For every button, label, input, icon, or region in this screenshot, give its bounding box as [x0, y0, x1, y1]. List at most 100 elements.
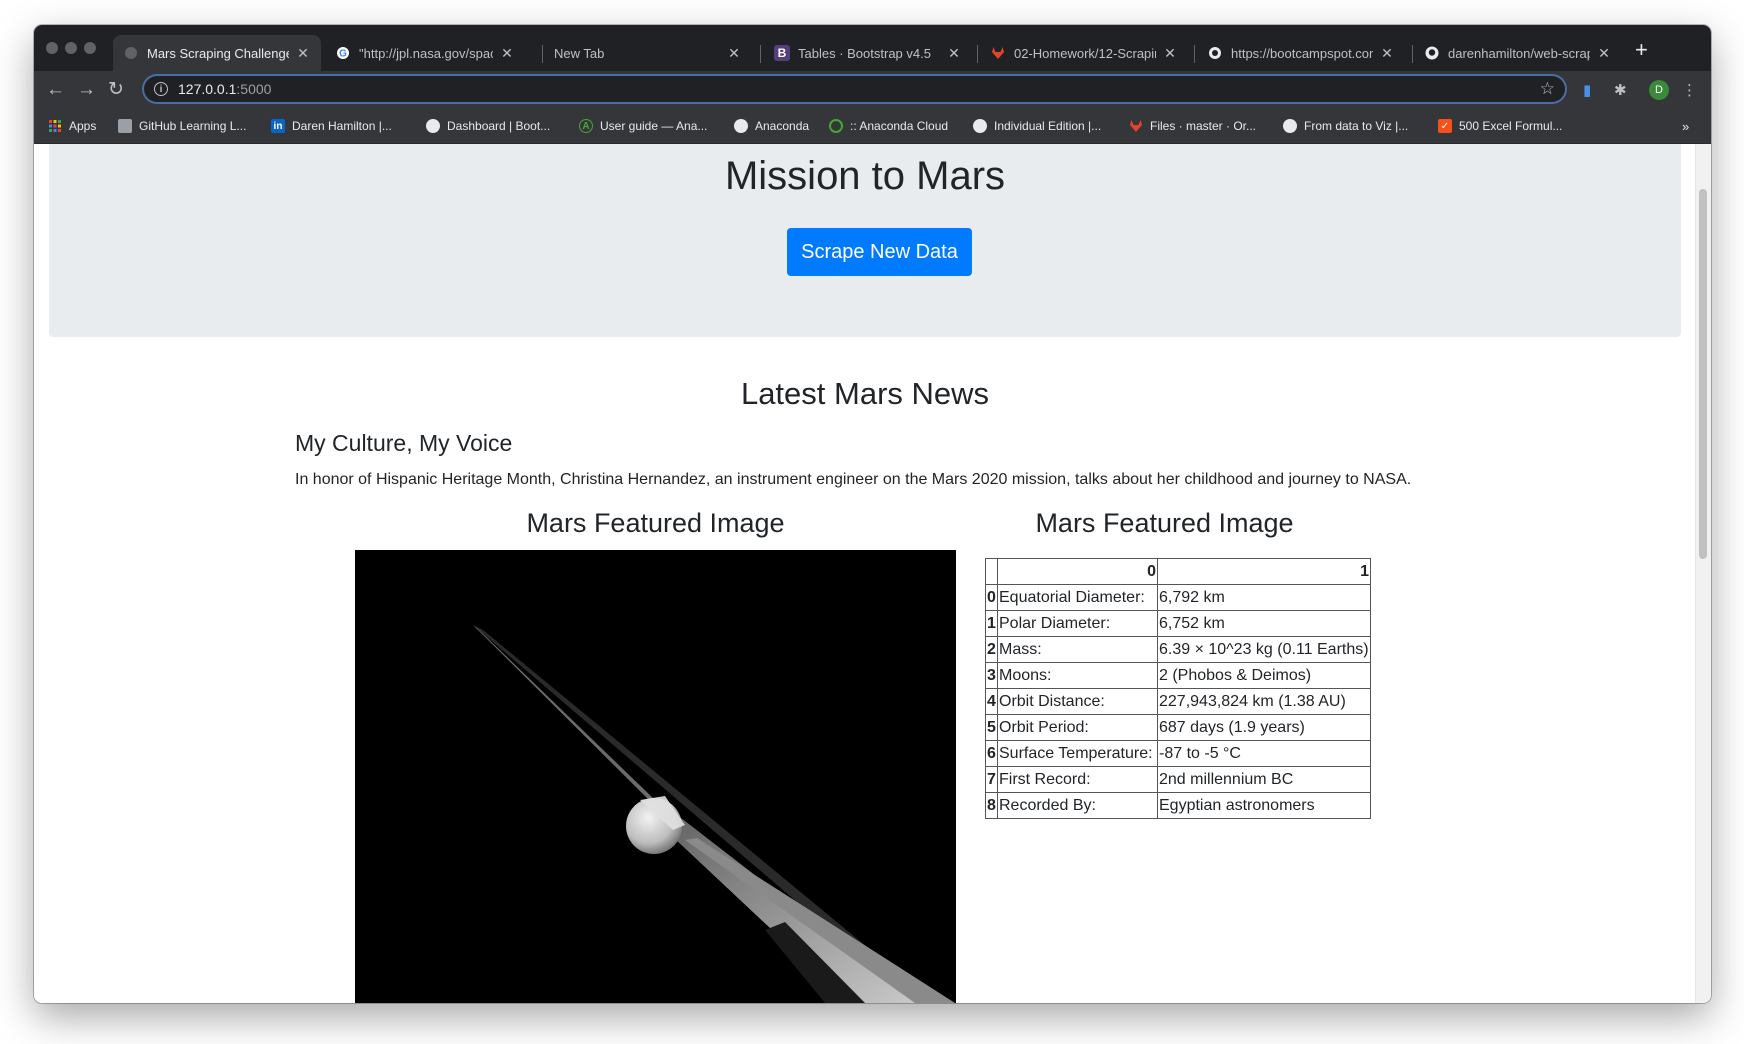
- fact-value: 2 (Phobos & Deimos): [1157, 662, 1371, 689]
- row-index: 1: [985, 610, 998, 637]
- tab-separator: [1194, 45, 1195, 63]
- fact-label: Recorded By:: [997, 792, 1158, 819]
- tab-separator: [1412, 45, 1413, 63]
- bookmarks-bar: Apps GitHub Learning L... in Daren Hamil…: [34, 111, 1711, 144]
- linkedin-icon: in: [271, 119, 285, 133]
- gitlab-icon: [1129, 119, 1143, 133]
- table-row: 4 Orbit Distance: 227,943,824 km (1.38 AU): [985, 688, 1371, 715]
- table-header-cell: 0: [997, 558, 1158, 585]
- fact-value: 2nd millennium BC: [1157, 766, 1371, 793]
- bookmark-label: 500 Excel Formul...: [1459, 119, 1563, 133]
- tab-github-repo[interactable]: darenhamilton/web-scrapi ✕: [1414, 35, 1622, 71]
- close-icon[interactable]: ✕: [726, 45, 742, 62]
- mars-facts-table: 0 1 0 Equatorial Diameter: 6,792 km 1 Polar…: [985, 558, 1371, 819]
- minimize-window-dot[interactable]: [65, 42, 77, 54]
- bookmark-label: User guide — Ana...: [600, 119, 708, 133]
- close-window-dot[interactable]: [46, 42, 58, 54]
- more-bookmarks-chevron-icon[interactable]: »: [1682, 119, 1689, 134]
- news-section-title: Latest Mars News: [740, 376, 990, 411]
- bookmark-apps[interactable]: Apps: [48, 119, 96, 133]
- anaconda-cloud-icon: [829, 119, 843, 133]
- fact-value: 227,943,824 km (1.38 AU): [1157, 688, 1371, 715]
- fact-label: Orbit Period:: [997, 714, 1158, 741]
- extensions-puzzle-icon[interactable]: ✱: [1614, 81, 1627, 99]
- row-index: 0: [985, 584, 998, 611]
- scrollbar-thumb[interactable]: [1699, 189, 1707, 559]
- anaconda-icon: A: [579, 119, 593, 133]
- tab-separator: [760, 45, 761, 63]
- bookmark-star-icon[interactable]: ☆: [1540, 79, 1555, 99]
- page-viewport: Mission to Mars Scrape New Data Latest M…: [34, 144, 1711, 1003]
- fact-value: 6,792 km: [1157, 584, 1371, 611]
- address-bar[interactable]: i 127.0.0.1 :5000 ☆: [142, 74, 1567, 104]
- tab-bootstrap-tables[interactable]: B Tables · Bootstrap v4.5 ✕: [764, 35, 972, 71]
- tab-title: "http://jpl.nasa.gov/spacei: [359, 45, 493, 61]
- bookmark-data-to-viz[interactable]: From data to Viz |...: [1283, 119, 1408, 133]
- bookmark-anaconda[interactable]: Anaconda: [734, 119, 809, 133]
- fact-label: Equatorial Diameter:: [997, 584, 1158, 611]
- github-icon: [1424, 45, 1440, 61]
- tab-strip: Mars Scraping Challenge ✕ G "http://jpl.…: [34, 25, 1711, 71]
- mars-facts-heading: Mars Featured Image: [1035, 508, 1294, 538]
- table-header-cell: 1: [1157, 558, 1371, 585]
- tab-new-tab[interactable]: New Tab ✕: [544, 35, 752, 71]
- bookmark-files-master[interactable]: Files · master · Or...: [1129, 119, 1256, 133]
- address-port: :5000: [236, 81, 272, 97]
- tab-gitlab-homework[interactable]: 02-Homework/12-Scraping ✕: [980, 35, 1188, 71]
- bootstrap-icon: B: [774, 45, 790, 61]
- table-header-cell: [985, 558, 998, 585]
- bookmark-individual-edition[interactable]: Individual Edition |...: [973, 119, 1101, 133]
- bookmark-label: From data to Viz |...: [1304, 119, 1409, 133]
- fact-label: Surface Temperature:: [997, 740, 1158, 767]
- google-icon: G: [335, 45, 351, 61]
- tab-title: https://bootcampspot.com: [1231, 45, 1373, 61]
- forward-arrow-icon[interactable]: →: [77, 79, 96, 101]
- bookmark-label: Individual Edition |...: [994, 119, 1102, 133]
- menu-kebab-icon[interactable]: ⋮: [1682, 81, 1697, 99]
- address-host: 127.0.0.1: [178, 81, 237, 97]
- tab-title: Mars Scraping Challenge: [147, 45, 289, 61]
- extension-bar-icon[interactable]: ▮: [1583, 81, 1591, 99]
- page-title: Mission to Mars: [724, 154, 1006, 198]
- bookmark-label: Files · master · Or...: [1150, 119, 1257, 133]
- row-index: 3: [985, 662, 998, 689]
- new-tab-plus-icon[interactable]: +: [1635, 38, 1648, 62]
- close-icon[interactable]: ✕: [1162, 45, 1178, 62]
- github-learning-icon: [118, 119, 132, 133]
- close-icon[interactable]: ✕: [1596, 45, 1612, 62]
- featured-image: [355, 550, 956, 1003]
- close-icon[interactable]: ✕: [946, 45, 962, 62]
- table-row: 1 Polar Diameter: 6,752 km: [985, 610, 1371, 637]
- tab-bootcampspot[interactable]: https://bootcampspot.com ✕: [1197, 35, 1405, 71]
- bookmark-label: Anaconda: [755, 119, 810, 133]
- bookmark-label: Daren Hamilton |...: [292, 119, 392, 133]
- fact-label: First Record:: [997, 766, 1158, 793]
- bookmark-linkedin[interactable]: in Daren Hamilton |...: [271, 119, 392, 133]
- tab-separator: [542, 45, 543, 63]
- fact-label: Polar Diameter:: [997, 610, 1158, 637]
- page-scrollbar[interactable]: [1695, 144, 1711, 1003]
- tab-title: New Tab: [554, 45, 605, 61]
- site-info-icon[interactable]: i: [154, 82, 168, 96]
- tab-jpl-search[interactable]: G "http://jpl.nasa.gov/spacei ✕: [325, 35, 525, 71]
- scrape-new-data-button[interactable]: Scrape New Data: [787, 228, 972, 276]
- bookmark-excel-formulas[interactable]: ✓ 500 Excel Formul...: [1438, 119, 1562, 133]
- bookmark-github-learning[interactable]: GitHub Learning L...: [118, 119, 246, 133]
- bookmark-dashboard[interactable]: Dashboard | Boot...: [426, 119, 550, 133]
- tab-separator: [977, 45, 978, 63]
- bookmark-user-guide[interactable]: A User guide — Ana...: [579, 119, 707, 133]
- tab-title: 02-Homework/12-Scraping: [1014, 45, 1156, 61]
- profile-avatar[interactable]: D: [1649, 80, 1669, 100]
- reload-icon[interactable]: ↻: [108, 79, 124, 101]
- bookmark-label: :: Anaconda Cloud: [850, 119, 949, 133]
- bookmark-anaconda-cloud[interactable]: :: Anaconda Cloud: [829, 119, 948, 133]
- zoom-window-dot[interactable]: [84, 42, 96, 54]
- excel-formulas-icon: ✓: [1438, 119, 1452, 133]
- close-icon[interactable]: ✕: [499, 45, 515, 62]
- close-icon[interactable]: ✕: [295, 45, 311, 62]
- close-icon[interactable]: ✕: [1379, 45, 1395, 62]
- fact-label: Mass:: [997, 636, 1158, 663]
- tab-mars-scraping[interactable]: Mars Scraping Challenge ✕: [113, 35, 321, 71]
- fact-value: 6,752 km: [1157, 610, 1371, 637]
- back-arrow-icon[interactable]: ←: [46, 79, 65, 101]
